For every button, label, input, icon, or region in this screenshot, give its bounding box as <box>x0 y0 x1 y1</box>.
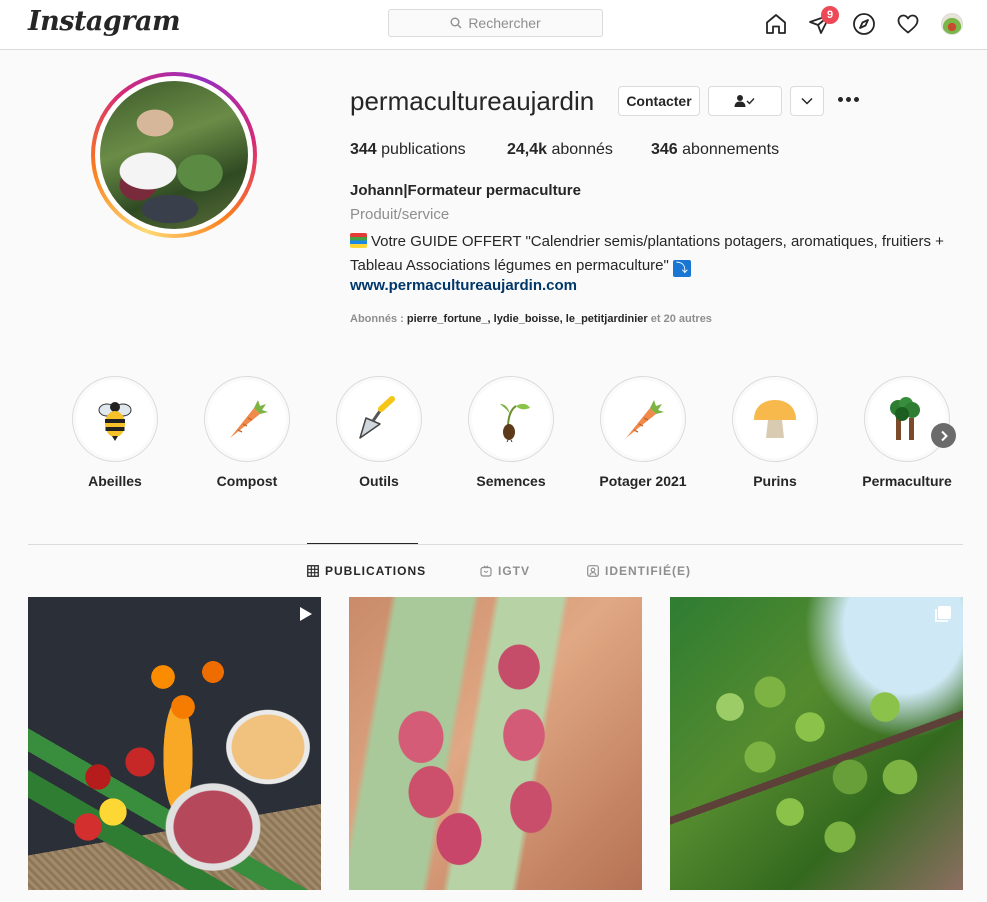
highlight-label: Semences <box>476 473 546 489</box>
highlight-cover <box>864 376 950 462</box>
stat-posts-value: 344 <box>350 141 377 158</box>
tab-igtv-label: IGTV <box>498 564 531 578</box>
following-button[interactable] <box>708 86 782 116</box>
stat-following-value: 346 <box>651 141 678 158</box>
profile-full-name: Johann|Formateur permaculture <box>350 182 581 199</box>
highlight-cover <box>204 376 290 462</box>
active-tab-indicator <box>307 543 418 544</box>
profile-bio-text: Votre GUIDE OFFERT "Calendrier semis/pla… <box>350 233 944 274</box>
chevron-right-icon <box>940 430 948 441</box>
notification-badge: 9 <box>821 6 839 24</box>
profile-bio: Votre GUIDE OFFERT "Calendrier semis/pla… <box>350 230 970 278</box>
tab-publications-label: PUBLICATIONS <box>325 564 427 578</box>
search-placeholder: Rechercher <box>468 15 541 31</box>
highlight-permaculture[interactable]: Permaculture <box>862 376 952 489</box>
highlight-semences[interactable]: Semences <box>468 376 554 489</box>
tab-igtv[interactable]: IGTV <box>480 564 530 578</box>
highlight-cover <box>600 376 686 462</box>
profile-category: Produit/service <box>350 206 450 223</box>
trees-icon <box>890 397 920 440</box>
highlight-label: Compost <box>216 473 278 489</box>
highlights-next-button[interactable] <box>931 423 956 448</box>
profile-photo <box>100 81 248 229</box>
arrow-down-emoji-icon: ⤵ <box>672 260 691 277</box>
highlight-compost[interactable]: Compost <box>204 376 290 489</box>
explore-icon[interactable] <box>850 10 878 38</box>
profile-picture[interactable] <box>91 72 257 238</box>
trowel-icon <box>359 396 395 439</box>
highlight-label: Abeilles <box>88 473 142 489</box>
tagged-user-icon <box>587 565 599 577</box>
stat-following-label: abonnements <box>682 141 780 158</box>
highlight-label: Permaculture <box>862 473 952 489</box>
mushroom-icon <box>754 400 796 438</box>
highlight-cover <box>732 376 818 462</box>
stat-posts-label: publications <box>381 141 466 158</box>
profile-picture-border <box>95 76 253 234</box>
top-nav: Instagram Rechercher 9 <box>0 0 987 50</box>
tab-tagged[interactable]: IDENTIFIÉ(E) <box>587 564 691 578</box>
more-options-icon[interactable] <box>838 92 860 106</box>
post-vegetable-crate[interactable] <box>28 597 321 890</box>
carrot-icon <box>230 400 268 438</box>
highlight-abeilles[interactable]: Abeilles <box>72 376 158 489</box>
carousel-icon <box>933 604 953 624</box>
stat-followers[interactable]: 24,4k abonnés <box>507 141 613 159</box>
highlight-cover <box>72 376 158 462</box>
highlight-cover <box>468 376 554 462</box>
profile-username: permacultureaujardin <box>350 86 595 116</box>
books-emoji-icon <box>350 233 367 248</box>
highlight-purins[interactable]: Purins <box>732 376 818 489</box>
tabs-divider <box>28 544 963 545</box>
instagram-logo[interactable]: Instagram <box>28 6 181 37</box>
activity-heart-icon[interactable] <box>894 10 922 38</box>
chevron-down-icon <box>801 97 813 105</box>
user-check-icon <box>734 95 755 107</box>
followed-by-suffix: et 20 autres <box>650 313 712 325</box>
stat-followers-value: 24,4k <box>507 141 548 158</box>
stat-following[interactable]: 346 abonnements <box>651 141 779 159</box>
tab-publications[interactable]: PUBLICATIONS <box>307 564 426 578</box>
post-bean-pods[interactable] <box>349 597 642 890</box>
carrot-icon <box>626 400 664 438</box>
video-icon <box>295 604 315 624</box>
suggestions-dropdown-button[interactable] <box>790 86 824 116</box>
nav-profile-avatar[interactable] <box>941 13 963 35</box>
highlight-cover <box>336 376 422 462</box>
highlight-label: Potager 2021 <box>599 473 687 489</box>
highlight-potager-2021[interactable]: Potager 2021 <box>599 376 687 489</box>
grid-icon <box>307 565 319 577</box>
highlight-outils[interactable]: Outils <box>336 376 422 489</box>
bee-icon <box>98 402 132 441</box>
search-icon <box>450 17 462 29</box>
tab-tagged-label: IDENTIFIÉ(E) <box>605 564 691 578</box>
post-green-fruit-tree[interactable] <box>670 597 963 890</box>
highlight-label: Outils <box>359 473 399 489</box>
followed-by-users[interactable]: pierre_fortune_, lydie_boisse, le_petitj… <box>407 313 648 325</box>
profile-website-link[interactable]: www.permacultureaujardin.com <box>350 277 577 294</box>
search-input[interactable]: Rechercher <box>388 9 603 37</box>
followed-by-prefix: Abonnés : <box>350 313 404 325</box>
seed-sprout-icon <box>500 403 530 442</box>
highlight-label: Purins <box>753 473 797 489</box>
home-icon[interactable] <box>762 10 790 38</box>
stat-followers-label: abonnés <box>551 141 613 158</box>
stat-posts: 344 publications <box>350 141 466 159</box>
followed-by[interactable]: Abonnés : pierre_fortune_, lydie_boisse,… <box>350 313 712 325</box>
contact-button[interactable]: Contacter <box>618 86 700 116</box>
igtv-icon <box>480 565 492 577</box>
